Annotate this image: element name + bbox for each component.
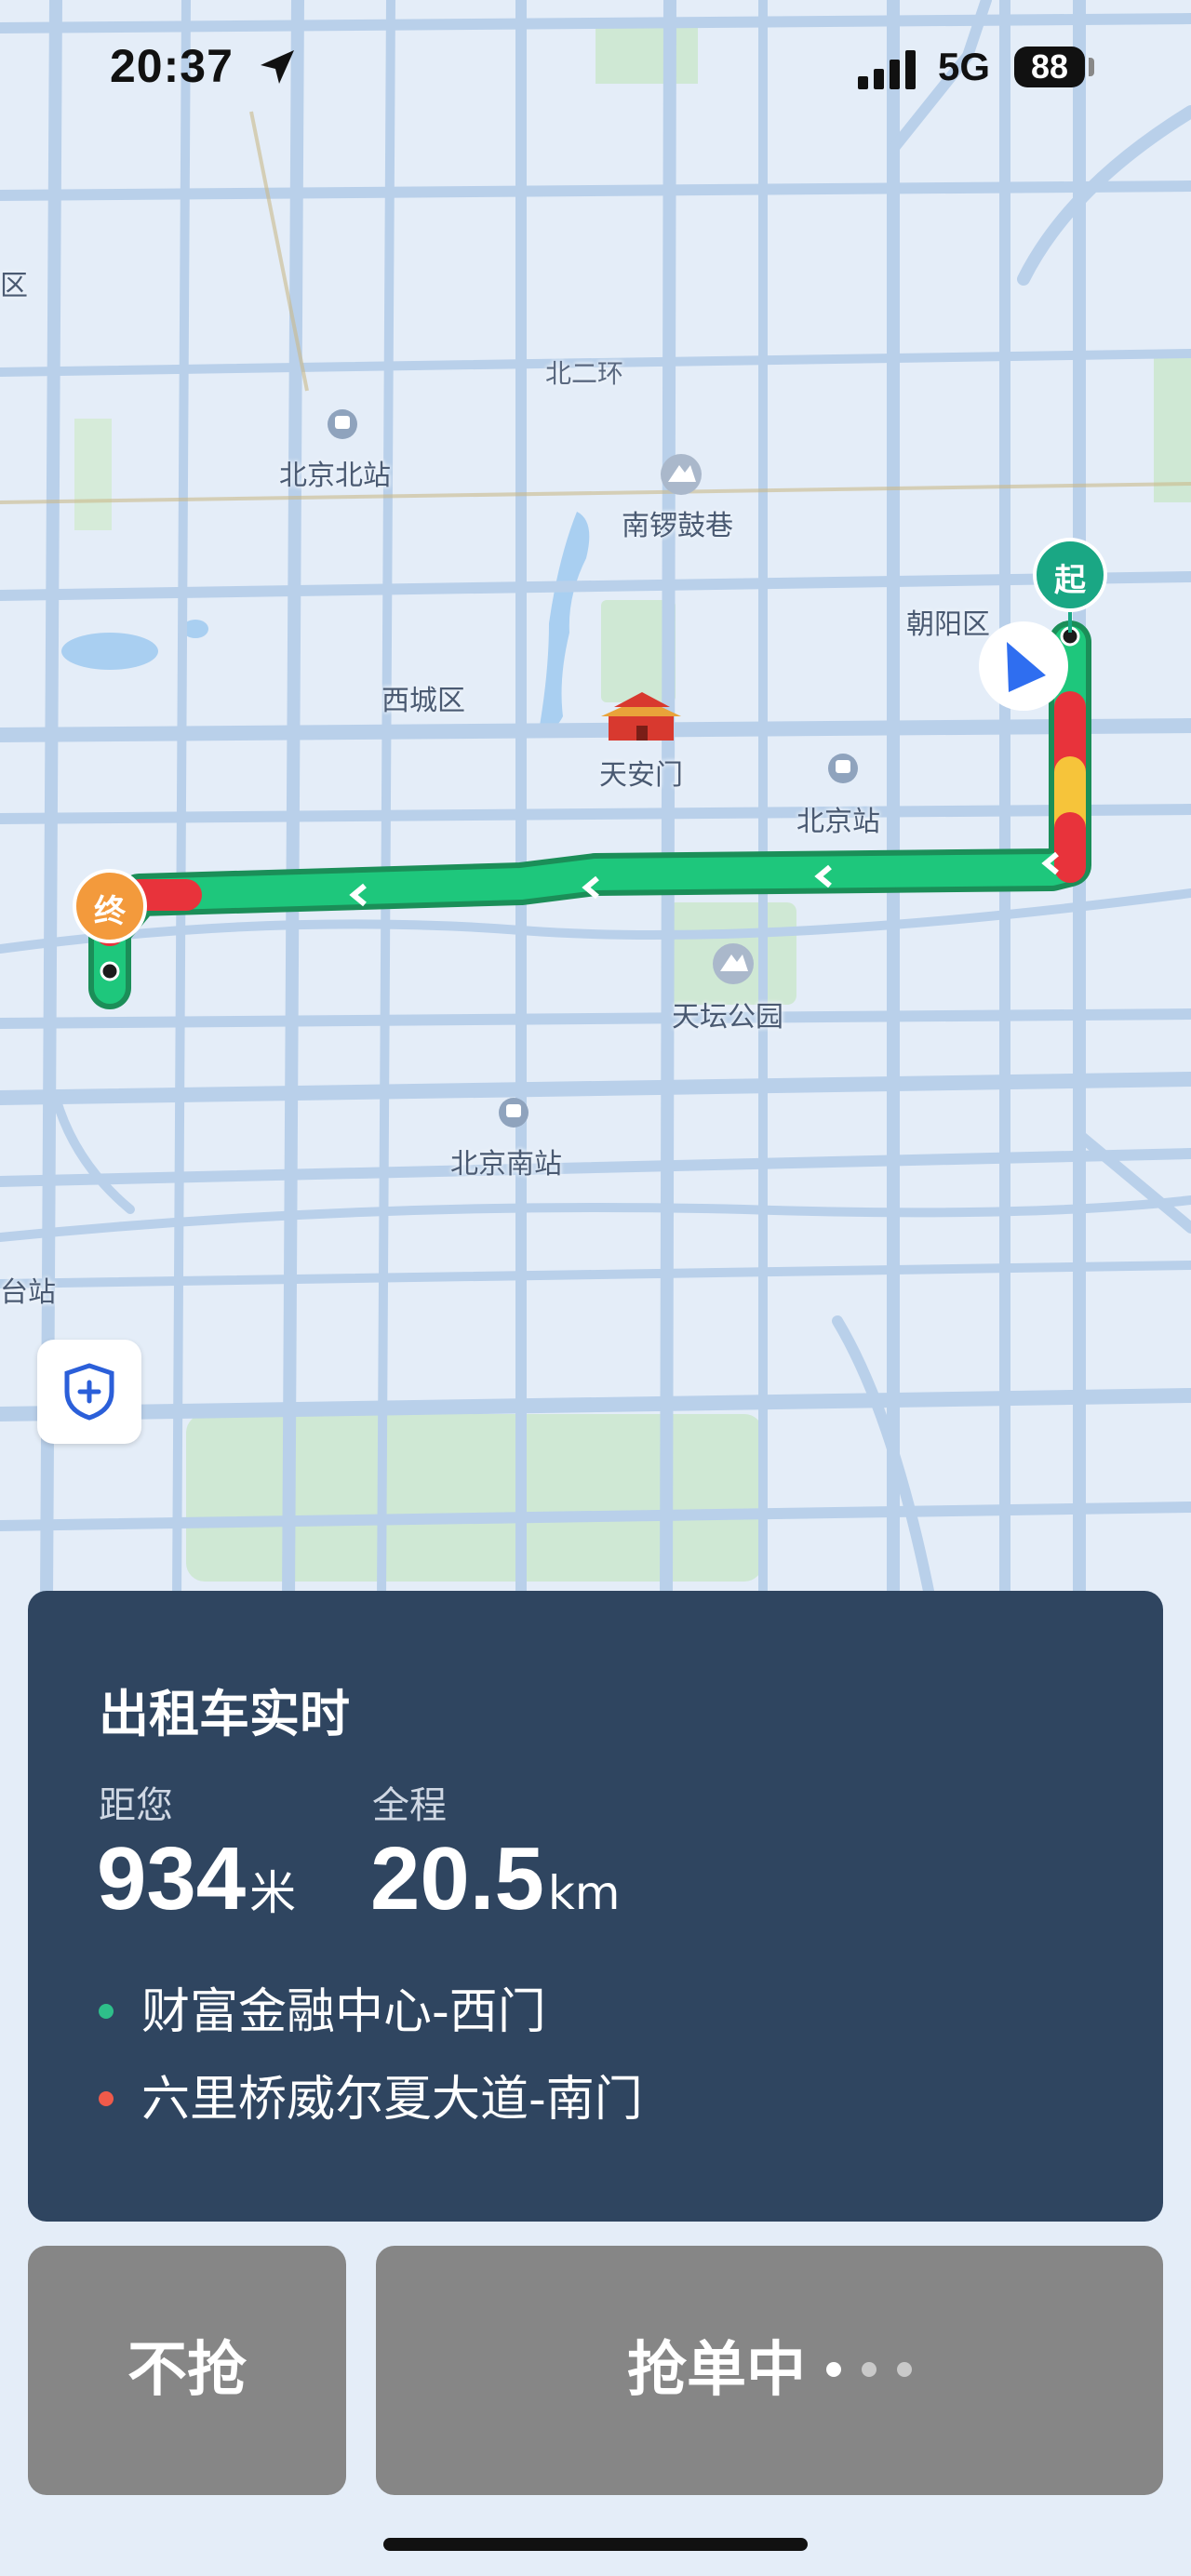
total-distance-value: 20.5 xyxy=(370,1829,544,1929)
distance-unit: 米 xyxy=(249,1866,297,1920)
map-label-west-edge-district: 区 xyxy=(0,270,28,302)
network-type: 5G xyxy=(938,45,991,88)
map-label-beijing-station: 北京站 xyxy=(796,806,880,838)
map-label-xicheng-district: 西城区 xyxy=(381,685,465,717)
dropoff-address: 六里桥威尔夏大道-南门 xyxy=(99,2060,643,2129)
safety-shield-button[interactable] xyxy=(37,1340,141,1444)
home-indicator[interactable] xyxy=(383,2538,808,2551)
map-label-beijing-north-station: 北京北站 xyxy=(279,460,391,492)
map-label-beierhuan: 北二环 xyxy=(545,358,624,389)
distance-label: 距您 xyxy=(99,1784,173,1827)
battery-icon: 88 xyxy=(1014,47,1085,87)
order-card: 出租车实时 距您 934米 全程 20.5km 财富金融中心-西门 六里桥威尔夏… xyxy=(28,1591,1163,2222)
total-distance-unit: km xyxy=(547,1866,621,1920)
grab-order-button[interactable]: 抢单中 xyxy=(376,2246,1163,2495)
pickup-address: 财富金融中心-西门 xyxy=(99,1972,546,2042)
total-distance: 20.5km xyxy=(370,1835,621,1924)
dropoff-address-text: 六里桥威尔夏大道-南门 xyxy=(141,2072,643,2128)
loading-dot-icon xyxy=(826,2362,841,2378)
map-label-west-edge-station: 台站 xyxy=(0,1276,56,1309)
train-station-icon xyxy=(328,409,357,439)
start-marker-label: 起 xyxy=(1054,562,1086,599)
navigation-arrow-icon xyxy=(979,621,1068,711)
shield-plus-icon xyxy=(64,1363,114,1421)
landmark-icon xyxy=(661,454,702,495)
battery-tip xyxy=(1089,58,1094,76)
pickup-address-text: 财富金融中心-西门 xyxy=(141,1984,546,2040)
loading-dot-icon xyxy=(897,2362,912,2378)
status-bar: 20:37 5G 88 xyxy=(0,0,1191,140)
grab-order-label: 抢单中 xyxy=(627,2336,806,2405)
skip-order-button[interactable]: 不抢 xyxy=(28,2246,346,2495)
end-marker-label: 终 xyxy=(94,893,126,930)
map-label-tiananmen: 天安门 xyxy=(599,759,683,792)
skip-order-label: 不抢 xyxy=(127,2336,247,2405)
total-distance-label: 全程 xyxy=(372,1784,447,1827)
dropoff-dot-icon xyxy=(99,2091,114,2106)
status-time: 20:37 xyxy=(110,40,234,92)
tiananmen-icon xyxy=(601,692,681,741)
distance-to-you: 934米 xyxy=(97,1835,296,1924)
pickup-dot-icon xyxy=(99,2004,114,2019)
map-label-nanluoguxiang: 南锣鼓巷 xyxy=(622,510,733,542)
route-line xyxy=(88,621,1091,1009)
train-station-icon xyxy=(499,1098,529,1128)
loading-dot-icon xyxy=(862,2362,877,2378)
landmark-icon xyxy=(713,943,754,984)
cellular-signal-icon xyxy=(858,50,916,89)
map-label-beijing-south-station: 北京南站 xyxy=(450,1148,562,1181)
distance-value: 934 xyxy=(97,1829,247,1929)
train-station-icon xyxy=(828,754,858,783)
map-label-temple-of-heaven: 天坛公园 xyxy=(672,1001,783,1034)
location-arrow-icon xyxy=(261,50,294,84)
map-label-chaoyang-district: 朝阳区 xyxy=(906,608,990,641)
order-type-title: 出租车实时 xyxy=(99,1685,350,1743)
